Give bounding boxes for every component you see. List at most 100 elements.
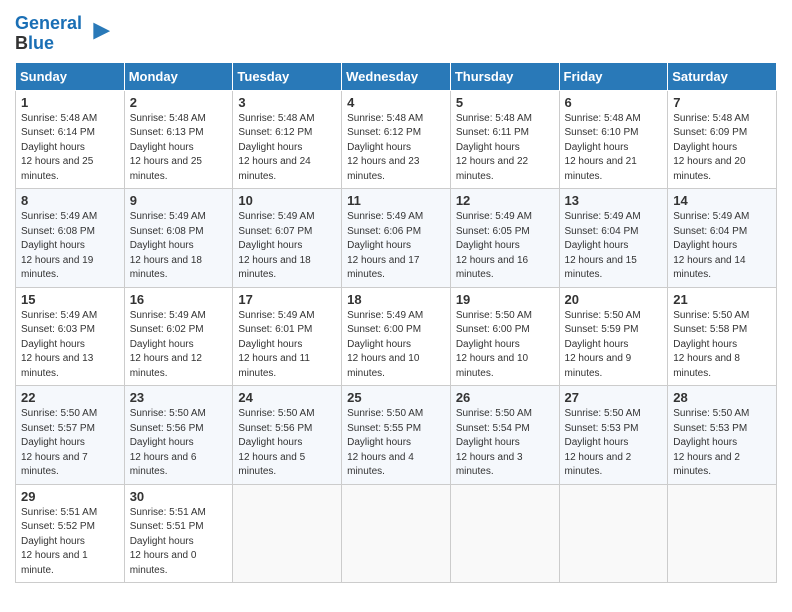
calendar-cell: 1 Sunrise: 5:48 AM Sunset: 6:14 PM Dayli… <box>16 90 125 189</box>
day-number: 4 <box>347 95 445 110</box>
calendar-cell: 25 Sunrise: 5:50 AM Sunset: 5:55 PM Dayl… <box>342 386 451 485</box>
day-info: Sunrise: 5:50 AM Sunset: 5:55 PM Dayligh… <box>347 407 445 480</box>
weekday-header-tuesday: Tuesday <box>233 62 342 90</box>
day-info: Sunrise: 5:48 AM Sunset: 6:12 PM Dayligh… <box>347 112 445 185</box>
day-number: 2 <box>130 95 228 110</box>
day-number: 19 <box>456 292 554 307</box>
calendar-cell: 24 Sunrise: 5:50 AM Sunset: 5:56 PM Dayl… <box>233 386 342 485</box>
weekday-header-monday: Monday <box>124 62 233 90</box>
weekday-header-sunday: Sunday <box>16 62 125 90</box>
day-number: 12 <box>456 193 554 208</box>
calendar-cell: 9 Sunrise: 5:49 AM Sunset: 6:08 PM Dayli… <box>124 189 233 288</box>
calendar-cell: 4 Sunrise: 5:48 AM Sunset: 6:12 PM Dayli… <box>342 90 451 189</box>
calendar-cell: 17 Sunrise: 5:49 AM Sunset: 6:01 PM Dayl… <box>233 287 342 386</box>
day-number: 22 <box>21 390 119 405</box>
page-header: General Blue <box>15 10 777 54</box>
day-number: 6 <box>565 95 663 110</box>
day-info: Sunrise: 5:50 AM Sunset: 5:56 PM Dayligh… <box>238 407 336 480</box>
calendar-cell: 5 Sunrise: 5:48 AM Sunset: 6:11 PM Dayli… <box>450 90 559 189</box>
calendar-cell <box>559 484 668 583</box>
calendar-cell: 13 Sunrise: 5:49 AM Sunset: 6:04 PM Dayl… <box>559 189 668 288</box>
day-info: Sunrise: 5:48 AM Sunset: 6:14 PM Dayligh… <box>21 112 119 185</box>
day-number: 14 <box>673 193 771 208</box>
calendar-cell: 19 Sunrise: 5:50 AM Sunset: 6:00 PM Dayl… <box>450 287 559 386</box>
day-number: 13 <box>565 193 663 208</box>
day-info: Sunrise: 5:49 AM Sunset: 6:07 PM Dayligh… <box>238 210 336 283</box>
day-number: 23 <box>130 390 228 405</box>
logo-text: General Blue <box>15 14 82 54</box>
calendar-cell: 6 Sunrise: 5:48 AM Sunset: 6:10 PM Dayli… <box>559 90 668 189</box>
calendar-cell: 15 Sunrise: 5:49 AM Sunset: 6:03 PM Dayl… <box>16 287 125 386</box>
day-info: Sunrise: 5:48 AM Sunset: 6:11 PM Dayligh… <box>456 112 554 185</box>
day-info: Sunrise: 5:49 AM Sunset: 6:06 PM Dayligh… <box>347 210 445 283</box>
calendar-cell <box>342 484 451 583</box>
day-number: 8 <box>21 193 119 208</box>
day-number: 18 <box>347 292 445 307</box>
calendar-week-row: 29 Sunrise: 5:51 AM Sunset: 5:52 PM Dayl… <box>16 484 777 583</box>
day-info: Sunrise: 5:49 AM Sunset: 6:04 PM Dayligh… <box>673 210 771 283</box>
day-number: 16 <box>130 292 228 307</box>
calendar-cell: 16 Sunrise: 5:49 AM Sunset: 6:02 PM Dayl… <box>124 287 233 386</box>
calendar-cell: 27 Sunrise: 5:50 AM Sunset: 5:53 PM Dayl… <box>559 386 668 485</box>
weekday-header-wednesday: Wednesday <box>342 62 451 90</box>
calendar-cell <box>450 484 559 583</box>
calendar-table: SundayMondayTuesdayWednesdayThursdayFrid… <box>15 62 777 584</box>
logo: General Blue <box>15 14 112 54</box>
weekday-header-row: SundayMondayTuesdayWednesdayThursdayFrid… <box>16 62 777 90</box>
calendar-week-row: 22 Sunrise: 5:50 AM Sunset: 5:57 PM Dayl… <box>16 386 777 485</box>
day-info: Sunrise: 5:49 AM Sunset: 6:04 PM Dayligh… <box>565 210 663 283</box>
day-info: Sunrise: 5:50 AM Sunset: 5:59 PM Dayligh… <box>565 309 663 382</box>
calendar-cell: 2 Sunrise: 5:48 AM Sunset: 6:13 PM Dayli… <box>124 90 233 189</box>
calendar-cell: 28 Sunrise: 5:50 AM Sunset: 5:53 PM Dayl… <box>668 386 777 485</box>
calendar-cell: 29 Sunrise: 5:51 AM Sunset: 5:52 PM Dayl… <box>16 484 125 583</box>
calendar-cell: 7 Sunrise: 5:48 AM Sunset: 6:09 PM Dayli… <box>668 90 777 189</box>
calendar-cell: 18 Sunrise: 5:49 AM Sunset: 6:00 PM Dayl… <box>342 287 451 386</box>
day-info: Sunrise: 5:48 AM Sunset: 6:09 PM Dayligh… <box>673 112 771 185</box>
calendar-cell: 3 Sunrise: 5:48 AM Sunset: 6:12 PM Dayli… <box>233 90 342 189</box>
day-number: 25 <box>347 390 445 405</box>
day-number: 7 <box>673 95 771 110</box>
day-number: 29 <box>21 489 119 504</box>
calendar-cell: 21 Sunrise: 5:50 AM Sunset: 5:58 PM Dayl… <box>668 287 777 386</box>
day-number: 3 <box>238 95 336 110</box>
calendar-cell: 22 Sunrise: 5:50 AM Sunset: 5:57 PM Dayl… <box>16 386 125 485</box>
calendar-cell: 8 Sunrise: 5:49 AM Sunset: 6:08 PM Dayli… <box>16 189 125 288</box>
day-info: Sunrise: 5:50 AM Sunset: 5:53 PM Dayligh… <box>673 407 771 480</box>
day-info: Sunrise: 5:50 AM Sunset: 5:54 PM Dayligh… <box>456 407 554 480</box>
calendar-cell <box>668 484 777 583</box>
day-info: Sunrise: 5:48 AM Sunset: 6:13 PM Dayligh… <box>130 112 228 185</box>
day-info: Sunrise: 5:49 AM Sunset: 6:03 PM Dayligh… <box>21 309 119 382</box>
calendar-week-row: 15 Sunrise: 5:49 AM Sunset: 6:03 PM Dayl… <box>16 287 777 386</box>
calendar-week-row: 8 Sunrise: 5:49 AM Sunset: 6:08 PM Dayli… <box>16 189 777 288</box>
day-number: 30 <box>130 489 228 504</box>
day-info: Sunrise: 5:49 AM Sunset: 6:08 PM Dayligh… <box>21 210 119 283</box>
day-number: 27 <box>565 390 663 405</box>
calendar-cell: 20 Sunrise: 5:50 AM Sunset: 5:59 PM Dayl… <box>559 287 668 386</box>
day-info: Sunrise: 5:51 AM Sunset: 5:51 PM Dayligh… <box>130 506 228 579</box>
day-info: Sunrise: 5:49 AM Sunset: 6:05 PM Dayligh… <box>456 210 554 283</box>
day-info: Sunrise: 5:50 AM Sunset: 5:56 PM Dayligh… <box>130 407 228 480</box>
day-number: 10 <box>238 193 336 208</box>
logo-icon <box>84 18 112 46</box>
day-number: 1 <box>21 95 119 110</box>
day-info: Sunrise: 5:50 AM Sunset: 5:57 PM Dayligh… <box>21 407 119 480</box>
day-number: 28 <box>673 390 771 405</box>
weekday-header-friday: Friday <box>559 62 668 90</box>
day-info: Sunrise: 5:49 AM Sunset: 6:01 PM Dayligh… <box>238 309 336 382</box>
calendar-cell: 12 Sunrise: 5:49 AM Sunset: 6:05 PM Dayl… <box>450 189 559 288</box>
calendar-cell: 30 Sunrise: 5:51 AM Sunset: 5:51 PM Dayl… <box>124 484 233 583</box>
calendar-cell: 23 Sunrise: 5:50 AM Sunset: 5:56 PM Dayl… <box>124 386 233 485</box>
day-number: 24 <box>238 390 336 405</box>
day-number: 26 <box>456 390 554 405</box>
day-number: 9 <box>130 193 228 208</box>
day-number: 20 <box>565 292 663 307</box>
day-info: Sunrise: 5:50 AM Sunset: 5:53 PM Dayligh… <box>565 407 663 480</box>
day-info: Sunrise: 5:48 AM Sunset: 6:10 PM Dayligh… <box>565 112 663 185</box>
day-number: 21 <box>673 292 771 307</box>
day-info: Sunrise: 5:51 AM Sunset: 5:52 PM Dayligh… <box>21 506 119 579</box>
day-info: Sunrise: 5:48 AM Sunset: 6:12 PM Dayligh… <box>238 112 336 185</box>
day-number: 17 <box>238 292 336 307</box>
calendar-cell: 14 Sunrise: 5:49 AM Sunset: 6:04 PM Dayl… <box>668 189 777 288</box>
day-info: Sunrise: 5:49 AM Sunset: 6:08 PM Dayligh… <box>130 210 228 283</box>
weekday-header-thursday: Thursday <box>450 62 559 90</box>
